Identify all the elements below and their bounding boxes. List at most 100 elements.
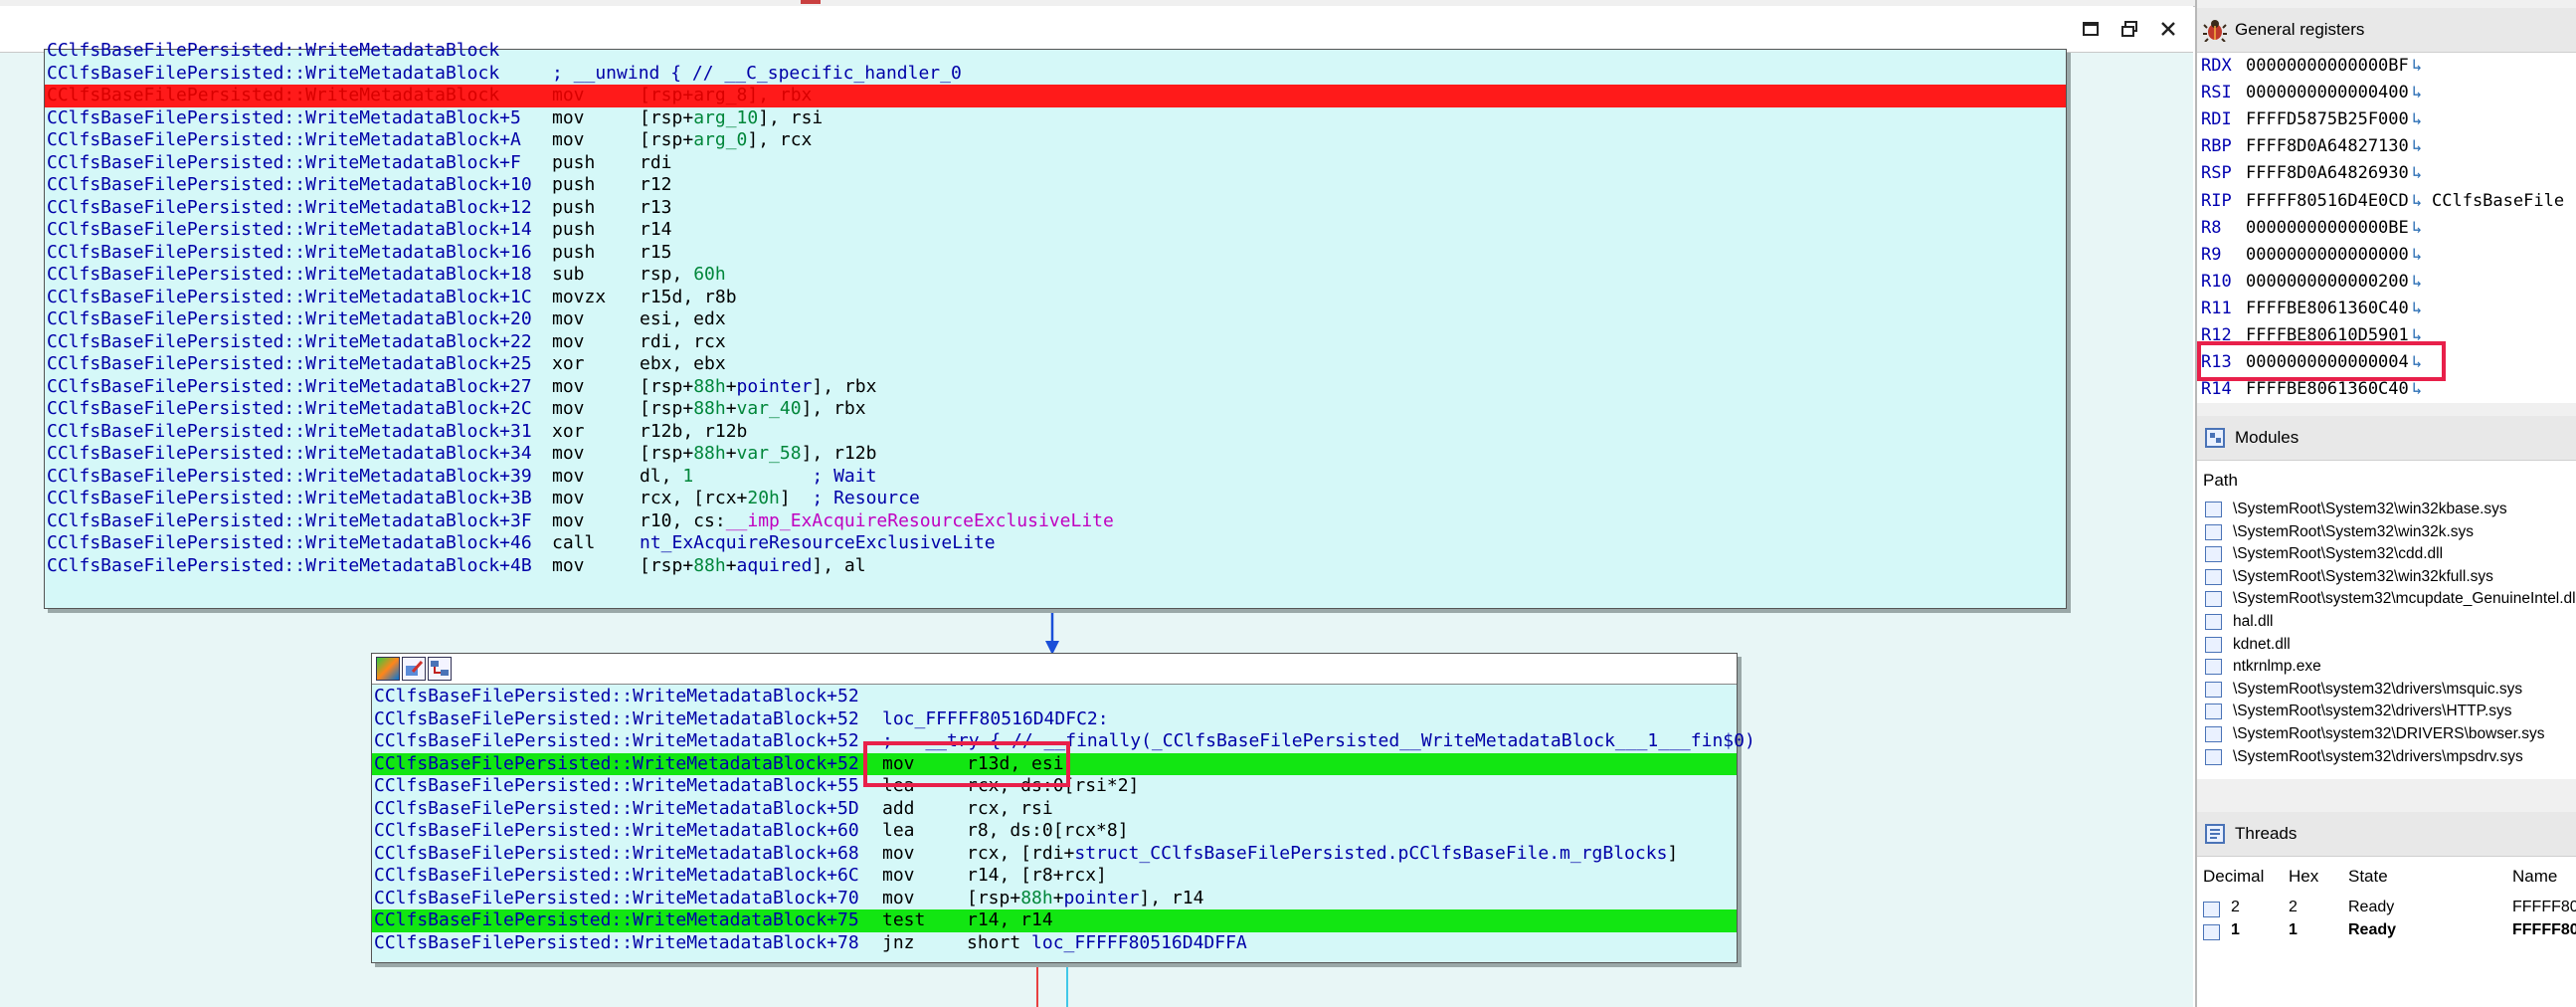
register-value[interactable]: 0000000000000200 — [2246, 269, 2409, 296]
module-path[interactable]: \SystemRoot\system32\DRIVERS\bowser.sys — [2233, 723, 2545, 746]
address-label[interactable]: CClfsBaseFilePersisted::WriteMetadataBlo… — [374, 888, 859, 910]
disasm-line[interactable]: CClfsBaseFilePersisted::WriteMetadataBlo… — [45, 107, 2066, 130]
operand-token[interactable]: ] — [1667, 843, 1678, 864]
disasm-line[interactable]: CClfsBaseFilePersisted::WriteMetadataBlo… — [45, 197, 2066, 220]
operand-token[interactable]: r12 — [640, 174, 672, 195]
operand-token[interactable]: 20h — [747, 488, 780, 508]
module-path[interactable]: \SystemRoot\System32\win32k.sys — [2233, 521, 2474, 544]
operand-token[interactable]: short — [967, 932, 1031, 953]
operand-token[interactable]: rcx, rsi — [967, 798, 1053, 819]
operand-token[interactable]: + — [726, 376, 737, 397]
mnemonic[interactable]: push — [552, 174, 595, 197]
mnemonic[interactable]: test — [882, 909, 925, 932]
operand-token[interactable]: r13 — [640, 197, 672, 218]
operands[interactable]: r10, cs:__imp_ExAcquireResourceExclusive… — [640, 510, 1114, 533]
operands[interactable]: esi, edx — [640, 308, 726, 331]
operand-token[interactable]: ; Resource — [812, 488, 919, 508]
operand-token[interactable]: aquired — [737, 555, 813, 576]
graph-view[interactable]: CClfsBaseFilePersisted::WriteMetadataBlo… — [0, 6, 2193, 1007]
operands[interactable]: rsp, 60h — [640, 264, 726, 287]
operand-token[interactable]: [rsp+ — [640, 555, 693, 576]
mnemonic[interactable]: mov — [552, 331, 585, 354]
operand-token[interactable]: + — [726, 398, 737, 419]
operand-token[interactable]: loc_FFFFF80516D4DFC2: — [882, 708, 1109, 729]
operand-token[interactable]: pointer — [1064, 888, 1140, 908]
disasm-line[interactable]: CClfsBaseFilePersisted::WriteMetadataBlo… — [45, 353, 2066, 376]
disasm-line[interactable]: CClfsBaseFilePersisted::WriteMetadataBlo… — [372, 909, 1737, 932]
operand-token[interactable]: [rsp+ — [640, 376, 693, 397]
operand-token[interactable]: [rsp+ — [640, 85, 693, 105]
operand-token[interactable]: struct_CClfsBaseFilePersisted.pCClfsBase… — [1074, 843, 1667, 864]
register-value[interactable]: 0000000000000400 — [2246, 80, 2409, 106]
operands[interactable]: [rsp+arg_0], rcx — [640, 129, 812, 152]
jump-arrow-icon[interactable]: ↳ — [2412, 215, 2422, 242]
operands[interactable]: r14 — [640, 219, 672, 242]
address-label[interactable]: CClfsBaseFilePersisted::WriteMetadataBlo… — [47, 287, 532, 309]
operands[interactable]: r12b, r12b — [640, 421, 747, 444]
disasm-line[interactable]: CClfsBaseFilePersisted::WriteMetadataBlo… — [372, 865, 1737, 888]
register-value[interactable]: 00000000000000BF — [2246, 53, 2409, 80]
address-label[interactable]: CClfsBaseFilePersisted::WriteMetadataBlo… — [47, 466, 532, 489]
disasm-line[interactable]: CClfsBaseFilePersisted::WriteMetadataBlo… — [45, 264, 2066, 287]
jump-arrow-icon[interactable]: ↳ — [2412, 160, 2422, 187]
operand-token[interactable]: [rsp+ — [640, 443, 693, 464]
disasm-line[interactable]: CClfsBaseFilePersisted::WriteMetadataBlo… — [372, 932, 1737, 955]
operand-token[interactable]: arg_8 — [693, 85, 747, 105]
mnemonic[interactable]: add — [882, 798, 915, 821]
mnemonic[interactable]: mov — [552, 308, 585, 331]
operands[interactable]: [rsp+88h+aquired], al — [640, 555, 866, 578]
operands[interactable]: [rsp+88h+var_40], rbx — [640, 398, 866, 421]
jump-arrow-icon[interactable]: ↳ — [2412, 106, 2422, 133]
address-label[interactable]: CClfsBaseFilePersisted::WriteMetadataBlo… — [47, 421, 532, 444]
operand-token[interactable]: ebx, ebx — [640, 353, 726, 374]
disasm-line[interactable]: CClfsBaseFilePersisted::WriteMetadataBlo… — [45, 152, 2066, 175]
operand-token[interactable]: dl, — [640, 466, 682, 487]
thread-hex[interactable]: 1 — [2289, 921, 2298, 939]
disasm-line[interactable]: CClfsBaseFilePersisted::WriteMetadataBlo… — [45, 308, 2066, 331]
operand-token[interactable]: ], rbx — [802, 398, 866, 419]
rename-block-icon[interactable] — [402, 657, 426, 681]
mnemonic[interactable]: movzx — [552, 287, 606, 309]
address-label[interactable]: CClfsBaseFilePersisted::WriteMetadataBlo… — [47, 219, 532, 242]
operand-token[interactable]: r10, cs: — [640, 510, 726, 531]
module-path[interactable]: ntkrnlmp.exe — [2233, 656, 2321, 679]
operands[interactable]: [rsp+88h+pointer], r14 — [967, 888, 1203, 910]
disasm-line[interactable]: CClfsBaseFilePersisted::WriteMetadataBlo… — [45, 555, 2066, 578]
address-label[interactable]: CClfsBaseFilePersisted::WriteMetadataBlo… — [47, 85, 499, 107]
operands[interactable]: [rsp+arg_8], rbx — [640, 85, 812, 107]
operands[interactable]: [rsp+arg_10], rsi — [640, 107, 823, 130]
address-label[interactable]: CClfsBaseFilePersisted::WriteMetadataBlo… — [374, 932, 859, 955]
disasm-line[interactable]: CClfsBaseFilePersisted::WriteMetadataBlo… — [45, 488, 2066, 510]
thread-decimal[interactable]: 1 — [2231, 921, 2240, 939]
color-picker-icon[interactable] — [376, 657, 400, 681]
address-label[interactable]: CClfsBaseFilePersisted::WriteMetadataBlo… — [374, 686, 859, 708]
operands[interactable]: r15 — [640, 242, 672, 265]
operand-token[interactable]: 88h — [693, 443, 726, 464]
operands[interactable]: rcx, [rdi+struct_CClfsBaseFilePersisted.… — [967, 843, 1678, 866]
address-label[interactable]: CClfsBaseFilePersisted::WriteMetadataBlo… — [47, 331, 532, 354]
disasm-line[interactable]: CClfsBaseFilePersisted::WriteMetadataBlo… — [372, 686, 1737, 708]
operand-token[interactable]: var_58 — [737, 443, 802, 464]
operands[interactable]: ebx, ebx — [640, 353, 726, 376]
operand-token[interactable]: r14 — [640, 219, 672, 240]
register-value[interactable]: 0000000000000000 — [2246, 242, 2409, 269]
operand-token[interactable]: r15d, r8b — [640, 287, 737, 307]
address-label[interactable]: CClfsBaseFilePersisted::WriteMetadataBlo… — [374, 775, 859, 798]
operand-token[interactable]: ], r12b — [802, 443, 877, 464]
operand-token[interactable]: ; __unwind { // __C_specific_handler_0 — [552, 63, 962, 84]
mnemonic[interactable]: sub — [552, 264, 585, 287]
address-label[interactable]: CClfsBaseFilePersisted::WriteMetadataBlo… — [374, 798, 859, 821]
mnemonic[interactable]: mov — [552, 107, 585, 130]
operand-token[interactable]: nt_ExAcquireResourceExclusiveLite — [640, 532, 996, 553]
mnemonic[interactable]: mov — [552, 510, 585, 533]
disasm-line[interactable]: CClfsBaseFilePersisted::WriteMetadataBlo… — [45, 510, 2066, 533]
operand-token[interactable]: 88h — [693, 398, 726, 419]
mnemonic[interactable]: mov — [552, 443, 585, 466]
operands[interactable]: rcx, rsi — [967, 798, 1053, 821]
operand-token[interactable]: ], rbx — [812, 376, 876, 397]
mnemonic[interactable]: lea — [882, 820, 915, 843]
mnemonic[interactable]: mov — [882, 888, 915, 910]
operand-token[interactable]: r8, ds:0[rcx*8] — [967, 820, 1129, 841]
modules-list[interactable]: Path \SystemRoot\System32\win32kbase.sys… — [2197, 461, 2576, 779]
address-label[interactable]: CClfsBaseFilePersisted::WriteMetadataBlo… — [374, 730, 859, 753]
